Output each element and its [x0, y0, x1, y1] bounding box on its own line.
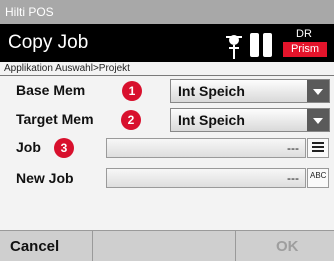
screen: Hilti POS Copy Job DR Prism Applikation …: [0, 0, 334, 261]
divider: [0, 75, 334, 76]
prism-pole-icon: [226, 35, 242, 59]
mode-label: DR: [296, 28, 312, 40]
window-title: Hilti POS: [5, 5, 54, 19]
callout-badge-3: 3: [54, 138, 74, 158]
base-mem-label: Base Mem: [16, 82, 86, 98]
job-list-button[interactable]: [307, 138, 329, 158]
target-type-badge[interactable]: Prism: [283, 42, 327, 57]
page-title: Copy Job: [8, 32, 89, 53]
target-mem-label: Target Mem: [16, 111, 94, 127]
ok-label: OK: [276, 238, 299, 255]
battery-icon: [263, 33, 272, 57]
target-mem-dropdown[interactable]: Int Speich: [170, 108, 330, 132]
callout-badge-1: 1: [122, 81, 142, 101]
new-job-label: New Job: [16, 170, 74, 186]
keyboard-abc-icon: ABC: [310, 171, 327, 180]
new-job-field[interactable]: ---: [106, 168, 306, 188]
target-mem-value: Int Speich: [178, 112, 245, 128]
base-mem-dropdown[interactable]: Int Speich: [170, 79, 330, 103]
window-titlebar: Hilti POS: [0, 0, 334, 24]
new-job-value: ---: [287, 171, 299, 185]
softkey-bar: Cancel OK: [0, 230, 334, 261]
battery-icon: [250, 33, 259, 57]
cancel-label: Cancel: [10, 238, 60, 255]
job-field[interactable]: ---: [106, 138, 306, 158]
ok-button[interactable]: OK: [235, 231, 334, 261]
breadcrumb: Applikation Auswahl>Projekt: [4, 63, 130, 74]
dropdown-arrow-icon[interactable]: [307, 80, 329, 102]
base-mem-value: Int Speich: [178, 83, 245, 99]
list-icon: [312, 142, 324, 154]
job-label: Job: [16, 139, 41, 155]
cancel-button[interactable]: Cancel: [0, 231, 93, 261]
callout-badge-2: 2: [121, 110, 141, 130]
new-job-keyboard-button[interactable]: ABC: [307, 168, 329, 188]
job-value: ---: [287, 141, 299, 155]
dropdown-arrow-icon[interactable]: [307, 109, 329, 131]
